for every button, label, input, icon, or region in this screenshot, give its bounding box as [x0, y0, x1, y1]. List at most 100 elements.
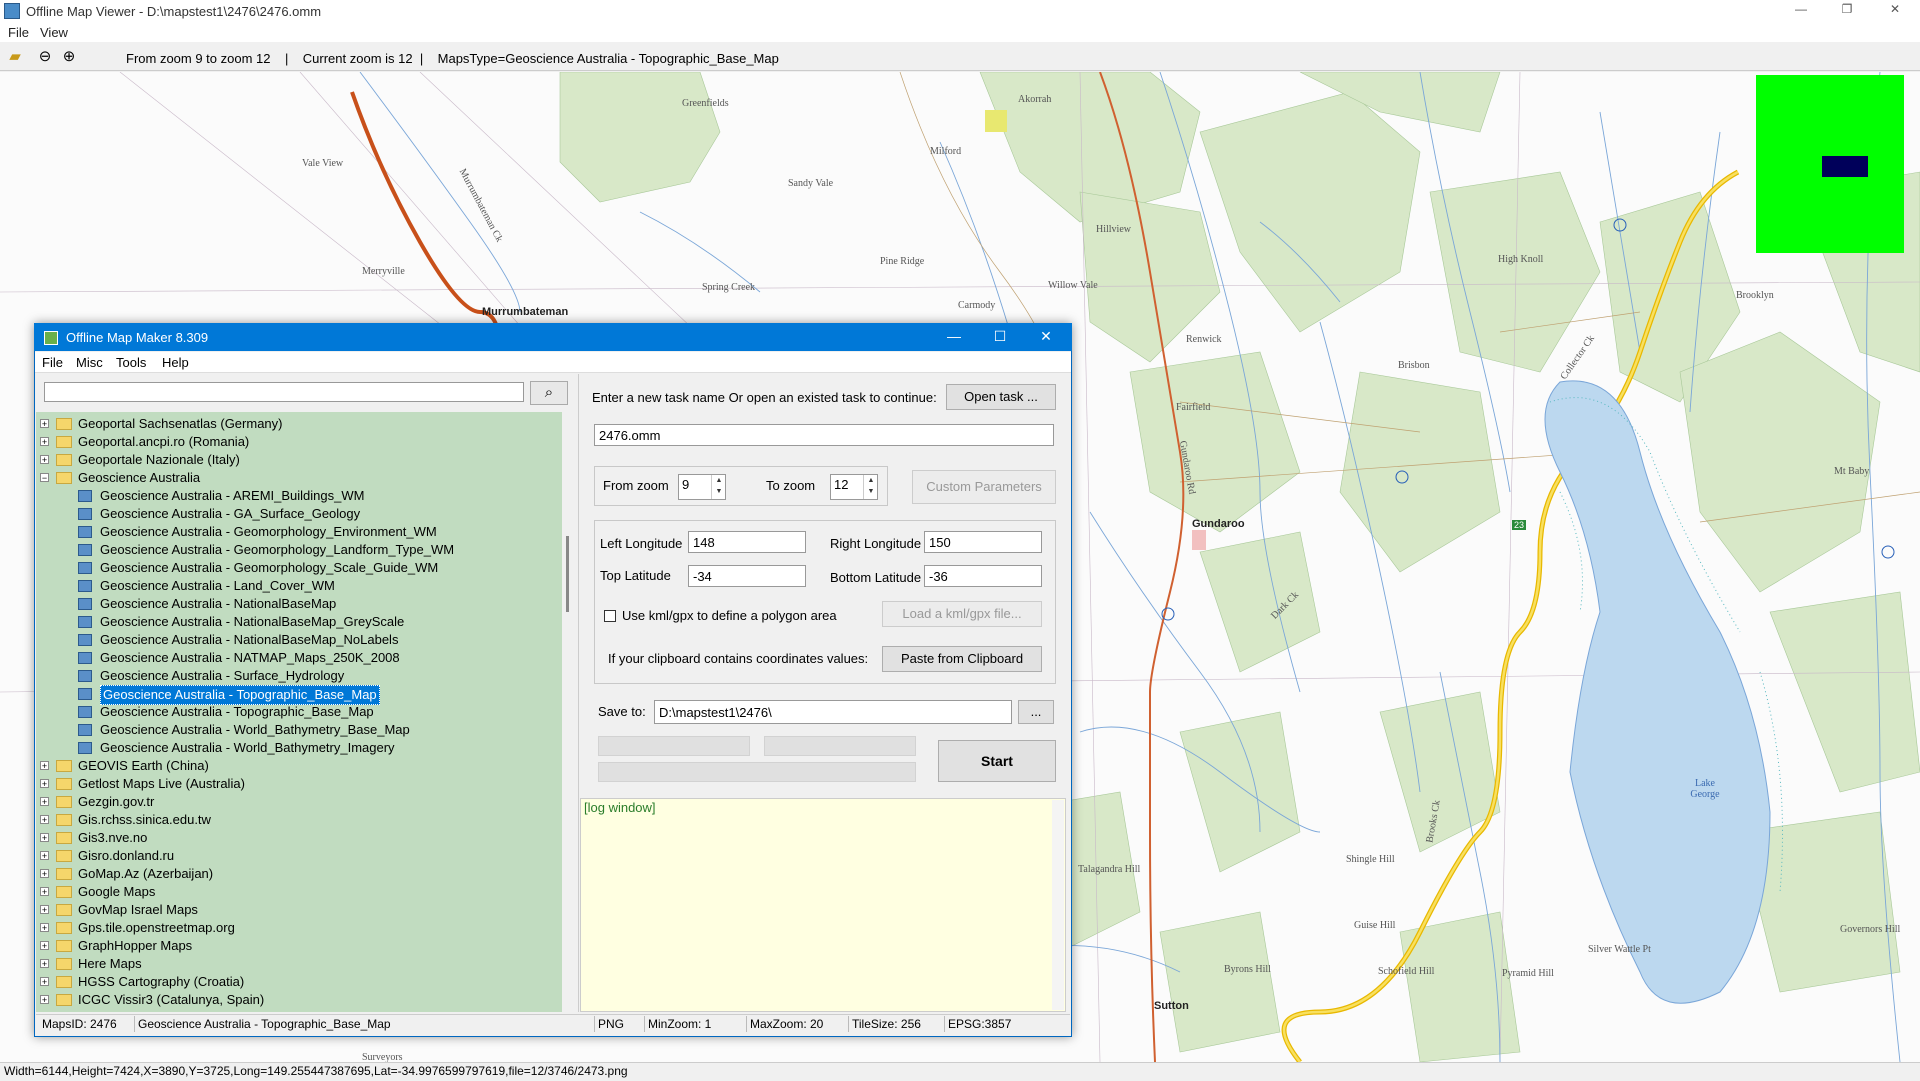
- expand-icon[interactable]: +: [40, 437, 49, 447]
- to-zoom-spinner[interactable]: 12 ▲ ▼: [830, 474, 878, 500]
- tree-folder-item[interactable]: + ICGC Vissir3 (Catalunya, Spain): [36, 991, 562, 1009]
- custom-parameters-button[interactable]: Custom Parameters: [912, 470, 1056, 504]
- tree-folder-item[interactable]: + Gps.tile.openstreetmap.org: [36, 919, 562, 937]
- tree-folder-item[interactable]: + Here Maps: [36, 955, 562, 973]
- tree-folder-item[interactable]: + Geoportale Nazionale (Italy): [36, 451, 562, 469]
- tree-folder-item[interactable]: + GoMap.Az (Azerbaijan): [36, 865, 562, 883]
- open-task-button[interactable]: Open task ...: [946, 384, 1056, 410]
- dialog-close-button[interactable]: ✕: [1026, 328, 1066, 348]
- tree-folder-item[interactable]: + Gezgin.gov.tr: [36, 793, 562, 811]
- start-button[interactable]: Start: [938, 740, 1056, 782]
- expand-icon[interactable]: +: [40, 455, 49, 465]
- tree-map-item[interactable]: Geoscience Australia - Topographic_Base_…: [36, 703, 562, 721]
- zoom-out-icon[interactable]: ⊖: [36, 48, 54, 66]
- log-window[interactable]: [580, 798, 1066, 1012]
- tree-scrollbar[interactable]: [562, 412, 572, 1012]
- tree-map-item[interactable]: Geoscience Australia - NATMAP_Maps_250K_…: [36, 649, 562, 667]
- map-icon: [78, 544, 92, 556]
- tree-folder-item[interactable]: + Gisro.donland.ru: [36, 847, 562, 865]
- expand-icon[interactable]: +: [40, 419, 49, 429]
- map-search-input[interactable]: [44, 382, 524, 402]
- map-icon: [78, 526, 92, 538]
- search-icon[interactable]: ⌕: [530, 381, 568, 405]
- tree-map-item[interactable]: Geoscience Australia - NationalBaseMap_N…: [36, 631, 562, 649]
- spin-arrows-icon[interactable]: ▲ ▼: [711, 475, 726, 499]
- expand-icon[interactable]: +: [40, 851, 49, 861]
- tree-map-item[interactable]: Geoscience Australia - Geomorphology_Env…: [36, 523, 562, 541]
- tree-folder-item[interactable]: + GraphHopper Maps: [36, 937, 562, 955]
- tree-map-item[interactable]: Geoscience Australia - GA_Surface_Geolog…: [36, 505, 562, 523]
- save-path-input[interactable]: [654, 700, 1012, 724]
- viewer-title: Offline Map Viewer - D:\mapstest1\2476\2…: [26, 4, 322, 19]
- expand-icon[interactable]: +: [40, 959, 49, 969]
- tree-map-item[interactable]: Geoscience Australia - Land_Cover_WM: [36, 577, 562, 595]
- tree-folder-item[interactable]: + Geoportal Sachsenatlas (Germany): [36, 415, 562, 433]
- expand-icon[interactable]: +: [40, 833, 49, 843]
- minimap-viewport[interactable]: [1822, 156, 1868, 177]
- tree-folder-item[interactable]: + Getlost Maps Live (Australia): [36, 775, 562, 793]
- expand-icon[interactable]: +: [40, 977, 49, 987]
- tree-folder-item[interactable]: + Gis3.nve.no: [36, 829, 562, 847]
- kml-checkbox[interactable]: [604, 610, 616, 622]
- dialog-menu-misc[interactable]: Misc: [76, 355, 103, 370]
- tree-map-item[interactable]: Geoscience Australia - NationalBaseMap_G…: [36, 613, 562, 631]
- left-longitude-input[interactable]: [688, 531, 806, 553]
- browse-button[interactable]: ...: [1018, 700, 1054, 724]
- expand-icon[interactable]: +: [40, 869, 49, 879]
- right-longitude-input[interactable]: [924, 531, 1042, 553]
- tree-map-item[interactable]: Geoscience Australia - Surface_Hydrology: [36, 667, 562, 685]
- map-icon: [78, 508, 92, 520]
- bottom-latitude-input[interactable]: [924, 565, 1042, 587]
- tree-map-item[interactable]: Geoscience Australia - Geomorphology_Sca…: [36, 559, 562, 577]
- collapse-icon[interactable]: −: [40, 473, 49, 483]
- tree-folder-item[interactable]: + GEOVIS Earth (China): [36, 757, 562, 775]
- expand-icon[interactable]: +: [40, 905, 49, 915]
- tree-map-item[interactable]: Geoscience Australia - World_Bathymetry_…: [36, 721, 562, 739]
- expand-icon[interactable]: +: [40, 797, 49, 807]
- map-source-tree[interactable]: + Geoportal Sachsenatlas (Germany) + Geopor…: [36, 412, 562, 1012]
- map-place-label: Talagandra Hill: [1078, 864, 1141, 875]
- tree-folder-item[interactable]: + GovMap Israel Maps: [36, 901, 562, 919]
- dialog-menu-help[interactable]: Help: [162, 355, 189, 370]
- map-icon: [78, 598, 92, 610]
- expand-icon[interactable]: +: [40, 887, 49, 897]
- expand-icon[interactable]: +: [40, 941, 49, 951]
- load-kml-button[interactable]: Load a kml/gpx file...: [882, 601, 1042, 627]
- tree-item-label: Geoscience Australia - NationalBaseMap_N…: [100, 632, 399, 647]
- zoom-in-icon[interactable]: ⊕: [60, 48, 78, 66]
- tree-folder-item[interactable]: + Google Maps: [36, 883, 562, 901]
- expand-icon[interactable]: +: [40, 923, 49, 933]
- tree-folder-item[interactable]: + Gis.rchss.sinica.edu.tw: [36, 811, 562, 829]
- close-button[interactable]: ✕: [1880, 2, 1910, 20]
- expand-icon[interactable]: +: [40, 995, 49, 1005]
- task-name-input[interactable]: [594, 424, 1054, 446]
- tree-folder-item[interactable]: − Geoscience Australia: [36, 469, 562, 487]
- dialog-menu-tools[interactable]: Tools: [116, 355, 146, 370]
- minimize-button[interactable]: —: [1786, 2, 1816, 20]
- log-scrollbar[interactable]: [1052, 800, 1064, 1010]
- expand-icon[interactable]: +: [40, 815, 49, 825]
- tree-map-item[interactable]: Geoscience Australia - AREMI_Buildings_W…: [36, 487, 562, 505]
- tree-scroll-thumb[interactable]: [566, 536, 569, 612]
- dialog-menubar: [35, 352, 1071, 373]
- dialog-minimize-button[interactable]: —: [934, 328, 974, 348]
- spin-arrows-icon[interactable]: ▲ ▼: [863, 475, 878, 499]
- expand-icon[interactable]: +: [40, 779, 49, 789]
- dialog-maximize-button[interactable]: ☐: [980, 328, 1020, 348]
- tree-map-item[interactable]: Geoscience Australia - NationalBaseMap: [36, 595, 562, 613]
- tree-map-item[interactable]: Geoscience Australia - Topographic_Base_…: [36, 685, 562, 705]
- menu-file[interactable]: File: [8, 25, 29, 40]
- menu-view[interactable]: View: [40, 25, 68, 40]
- tree-folder-item[interactable]: + HGSS Cartography (Croatia): [36, 973, 562, 991]
- to-zoom-label: To zoom: [766, 478, 816, 493]
- tree-folder-item[interactable]: + Geoportal.ancpi.ro (Romania): [36, 433, 562, 451]
- restore-button[interactable]: ❐: [1832, 2, 1862, 20]
- from-zoom-spinner[interactable]: 9 ▲ ▼: [678, 474, 726, 500]
- folder-open-icon[interactable]: ▰: [6, 48, 24, 66]
- expand-icon[interactable]: +: [40, 761, 49, 771]
- top-latitude-input[interactable]: [688, 565, 806, 587]
- dialog-menu-file[interactable]: File: [42, 355, 63, 370]
- tree-map-item[interactable]: Geoscience Australia - Geomorphology_Lan…: [36, 541, 562, 559]
- paste-clipboard-button[interactable]: Paste from Clipboard: [882, 646, 1042, 672]
- tree-map-item[interactable]: Geoscience Australia - World_Bathymetry_…: [36, 739, 562, 757]
